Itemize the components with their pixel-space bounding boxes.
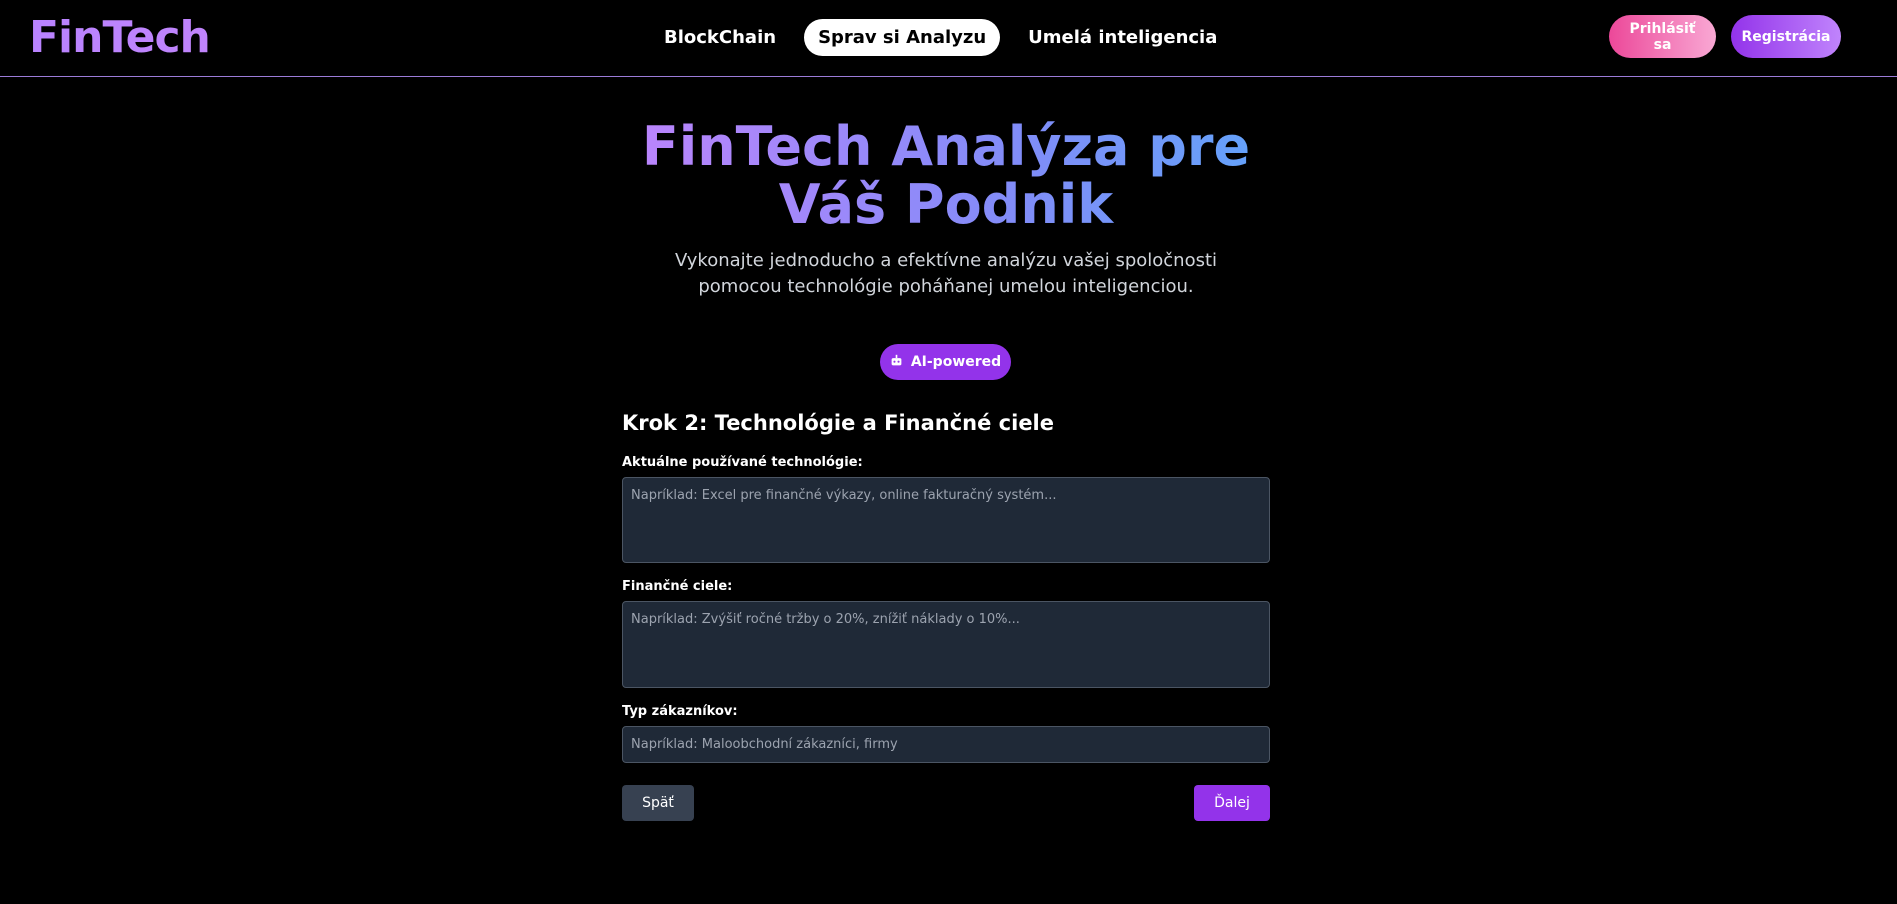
tech-textarea[interactable]: [622, 477, 1270, 563]
tech-label: Aktuálne používané technológie:: [622, 455, 863, 470]
goals-textarea[interactable]: [622, 601, 1270, 688]
goals-label: Finančné ciele:: [622, 579, 733, 594]
analysis-form: Krok 2: Technológie a Finančné ciele Akt…: [622, 405, 1270, 821]
register-button[interactable]: Registrácia: [1731, 15, 1841, 58]
main-nav: BlockChain Sprav si Analyzu Umelá inteli…: [650, 17, 1231, 57]
nav-item-sprav-si-analyzu[interactable]: Sprav si Analyzu: [804, 18, 1001, 56]
page-title: FinTech Analýza pre Váš Podnik: [600, 118, 1292, 234]
login-button[interactable]: Prihlásiť sa: [1609, 15, 1716, 58]
robot-icon: [890, 354, 903, 371]
customers-label: Typ zákazníkov:: [622, 704, 738, 719]
ai-powered-badge: AI-powered: [880, 344, 1011, 380]
customers-input[interactable]: [622, 726, 1270, 763]
step-title: Krok 2: Technológie a Finančné ciele: [622, 411, 1054, 435]
auth-buttons: Prihlásiť sa Registrácia: [1609, 15, 1841, 58]
next-button[interactable]: Ďalej: [1194, 785, 1270, 821]
nav-item-umela-inteligencia[interactable]: Umelá inteligencia: [1014, 19, 1231, 56]
page-subtitle: Vykonajte jednoducho a efektívne analýzu…: [674, 250, 1218, 297]
nav-item-blockchain[interactable]: BlockChain: [650, 19, 790, 56]
badge-label: AI-powered: [910, 354, 1002, 370]
logo[interactable]: FinTech: [29, 12, 211, 63]
top-navbar: FinTech BlockChain Sprav si Analyzu Umel…: [0, 0, 1897, 77]
back-button[interactable]: Späť: [622, 785, 694, 821]
